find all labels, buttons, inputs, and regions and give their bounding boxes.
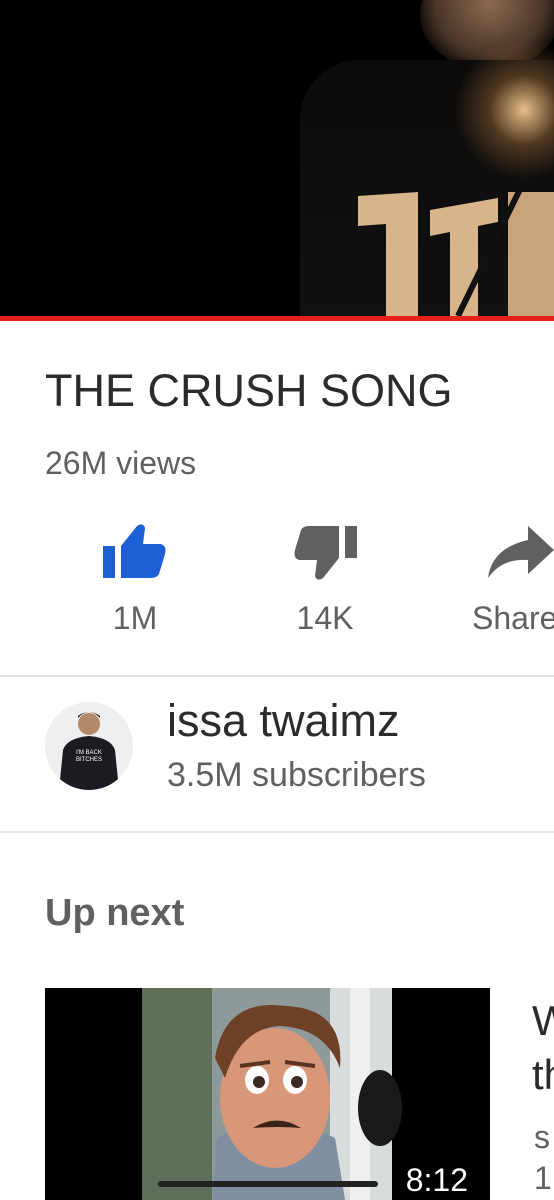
view-count: 26M views <box>45 445 197 481</box>
divider <box>0 675 554 677</box>
up-next-thumbnail[interactable]: 8:12 <box>45 988 490 1200</box>
share-label: Share <box>472 600 554 636</box>
dislike-count: 14K <box>296 600 354 636</box>
avatar-image: I'M BACK BITCHES <box>45 702 133 790</box>
up-next-title-line1[interactable]: W <box>532 996 554 1046</box>
share-button[interactable]: Share <box>450 520 554 638</box>
up-next-meta: 1 <box>534 1160 552 1196</box>
share-arrow-icon <box>488 526 554 578</box>
up-next-heading: Up next <box>45 892 185 934</box>
up-next-title-line2[interactable]: th <box>532 1050 554 1100</box>
video-duration: 8:12 <box>395 1160 478 1200</box>
like-button[interactable]: 1M <box>60 520 210 638</box>
divider <box>0 831 554 833</box>
video-progress-bar[interactable] <box>0 316 554 321</box>
like-count: 1M <box>112 600 158 636</box>
svg-text:I'M BACK: I'M BACK <box>76 750 102 756</box>
home-indicator[interactable] <box>158 1181 378 1187</box>
video-frame-shirt-print <box>358 192 554 316</box>
thumbs-up-icon <box>103 524 166 578</box>
thumbs-down-icon <box>294 526 357 580</box>
svg-text:BITCHES: BITCHES <box>76 757 102 763</box>
video-player[interactable] <box>0 0 554 316</box>
channel-avatar[interactable]: I'M BACK BITCHES <box>45 702 133 790</box>
subscriber-count: 3.5M subscribers <box>167 756 426 794</box>
video-title: THE CRUSH SONG <box>45 365 453 416</box>
up-next-channel: s <box>534 1119 550 1155</box>
dislike-button[interactable]: 14K <box>250 520 400 638</box>
channel-name[interactable]: issa twaimz <box>167 695 400 747</box>
